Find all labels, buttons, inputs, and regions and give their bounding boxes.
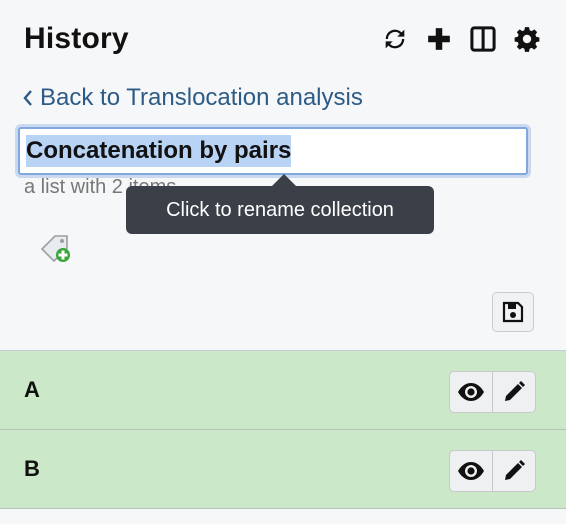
list-item-label: A [24, 377, 40, 402]
back-to-history-link[interactable]: Back to Translocation analysis [22, 84, 363, 112]
collection-name-input[interactable]: Concatenation by pairs [18, 127, 528, 175]
pencil-icon [505, 460, 525, 480]
rename-tooltip: Click to rename collection [126, 174, 434, 234]
eye-icon [458, 462, 484, 480]
floppy-disk-icon [502, 301, 524, 323]
view-button[interactable] [450, 372, 492, 412]
save-collection-button[interactable] [492, 292, 534, 332]
view-button[interactable] [450, 451, 492, 491]
edit-button[interactable] [492, 451, 535, 491]
refresh-icon [385, 29, 405, 49]
collection-name-text: Concatenation by pairs [26, 135, 292, 167]
options-button[interactable] [512, 24, 542, 54]
tooltip-text: Click to rename collection [166, 198, 394, 221]
multiview-button[interactable] [468, 24, 498, 54]
tag-add-icon [40, 235, 70, 263]
gear-icon [514, 27, 540, 52]
new-history-button[interactable] [424, 24, 454, 54]
plus-icon [428, 28, 450, 50]
columns-icon [470, 26, 496, 52]
list-item-label: B [24, 456, 40, 481]
list-item[interactable]: A [0, 351, 566, 430]
collection-elements-list: A B [0, 350, 566, 509]
chevron-left-icon [23, 90, 32, 106]
list-item-actions [449, 450, 536, 492]
eye-icon [458, 383, 484, 401]
list-item[interactable]: B [0, 430, 566, 509]
page-title: History [24, 22, 129, 55]
add-tags-button[interactable] [40, 232, 74, 264]
header-actions [380, 24, 542, 54]
pencil-icon [505, 381, 525, 401]
list-item-actions [449, 371, 536, 413]
refresh-button[interactable] [380, 24, 410, 54]
history-header: History [24, 16, 542, 62]
edit-button[interactable] [492, 372, 535, 412]
back-link-label: Back to Translocation analysis [40, 84, 363, 111]
